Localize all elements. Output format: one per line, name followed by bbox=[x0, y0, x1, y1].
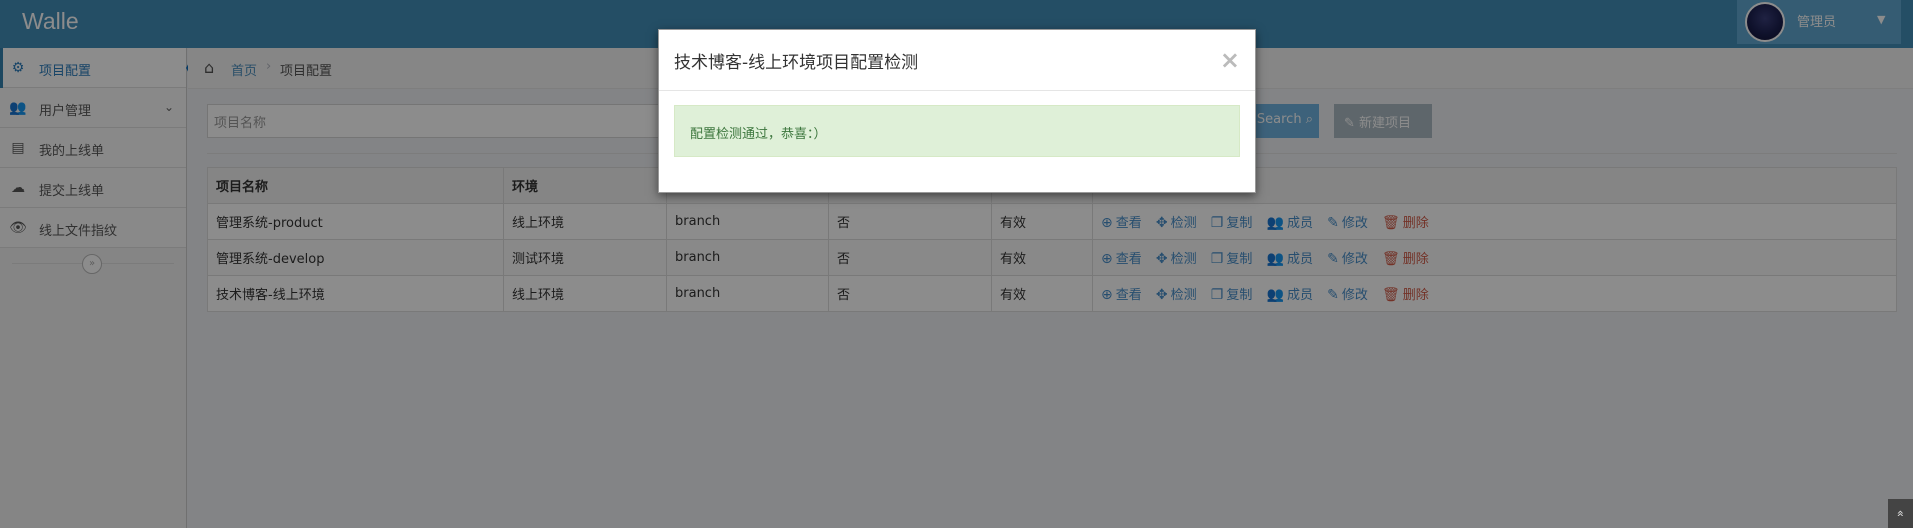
dialog-header: 技术博客-线上环境项目配置检测 × bbox=[659, 30, 1255, 91]
dialog-title: 技术博客-线上环境项目配置检测 bbox=[674, 53, 919, 73]
double-chevron-up-icon: » bbox=[1893, 509, 1907, 518]
scroll-to-top-button[interactable]: » bbox=[1888, 499, 1913, 528]
success-alert: 配置检测通过，恭喜：） bbox=[674, 105, 1240, 157]
check-result-dialog: 技术博客-线上环境项目配置检测 × 配置检测通过，恭喜：） bbox=[658, 29, 1256, 193]
close-icon[interactable]: × bbox=[1220, 46, 1240, 74]
